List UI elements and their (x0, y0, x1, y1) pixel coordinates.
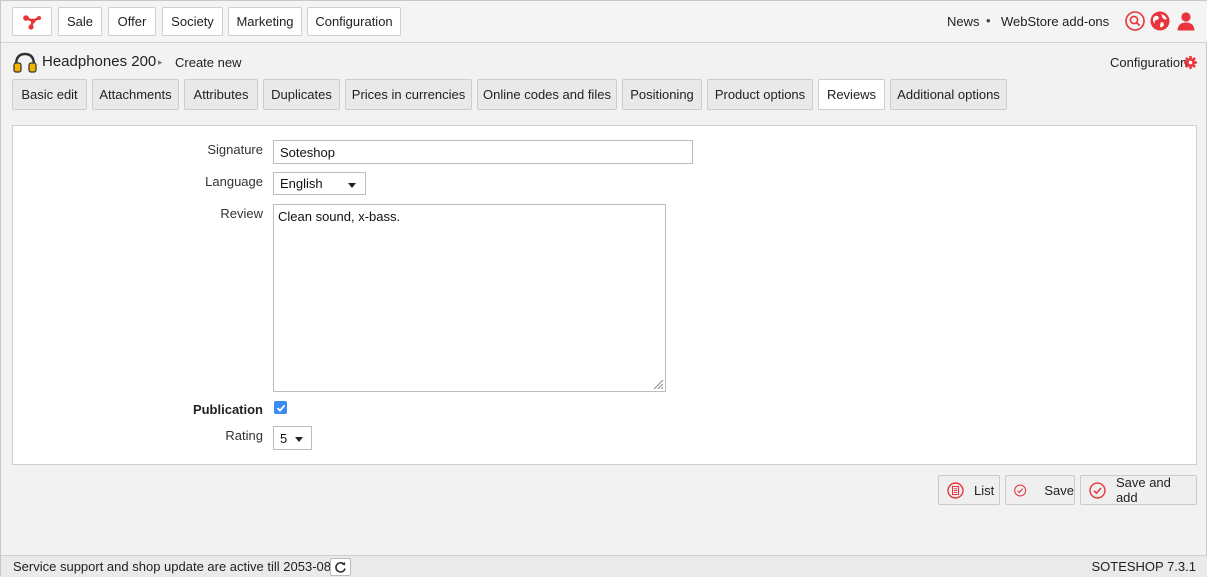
news-link[interactable]: News (947, 14, 980, 29)
tab-prices-in-currencies[interactable]: Prices in currencies (345, 79, 472, 110)
gear-icon[interactable] (1184, 56, 1197, 69)
user-icon[interactable] (1176, 11, 1196, 31)
list-button-label: List (974, 482, 995, 498)
configuration-link[interactable]: Configuration (1110, 55, 1187, 70)
nav-separator: • (986, 13, 991, 28)
tab-reviews[interactable]: Reviews (818, 79, 885, 110)
menu-offer-button[interactable]: Offer (108, 7, 156, 36)
chevron-down-icon (348, 183, 356, 188)
tab-product-options[interactable]: Product options (707, 79, 813, 110)
list-button[interactable]: List (938, 475, 1000, 505)
language-select-value: English (280, 176, 323, 191)
search-icon[interactable] (1125, 11, 1145, 31)
app-window: Sale Offer Society Marketing Configurati… (0, 0, 1207, 577)
tab-attachments[interactable]: Attachments (92, 79, 179, 110)
soteshop-logo-icon (23, 14, 41, 30)
top-navigation-bar: Sale Offer Society Marketing Configurati… (1, 1, 1207, 43)
checkmark-icon (276, 404, 285, 412)
status-footer: Service support and shop update are acti… (1, 555, 1207, 577)
language-label: Language (205, 174, 263, 189)
save-button[interactable]: Save (1005, 475, 1075, 505)
publication-checkbox[interactable] (274, 401, 287, 414)
language-select[interactable]: English (273, 172, 366, 195)
menu-marketing-button[interactable]: Marketing (228, 7, 302, 36)
menu-society-button[interactable]: Society (162, 7, 223, 36)
webstore-addons-link[interactable]: WebStore add-ons (1001, 14, 1109, 29)
tab-positioning[interactable]: Positioning (622, 79, 702, 110)
rating-label: Rating (225, 428, 263, 443)
publication-label: Publication (192, 402, 263, 417)
home-logo-button[interactable] (12, 7, 52, 36)
menu-sale-button[interactable]: Sale (58, 7, 102, 36)
globe-icon[interactable] (1150, 11, 1170, 31)
refresh-icon (335, 561, 346, 573)
page-title[interactable]: Headphones 200 (42, 53, 156, 70)
save-button-label: Save (1044, 482, 1074, 498)
breadcrumb-current: Create new (175, 55, 242, 70)
signature-label: Signature (207, 142, 263, 157)
breadcrumb-arrow-icon: ▸ (158, 57, 163, 67)
rating-select[interactable]: 5 (273, 426, 312, 450)
review-label: Review (220, 206, 263, 221)
rating-select-value: 5 (280, 430, 288, 446)
review-textarea[interactable]: Clean sound, x-bass. (273, 204, 666, 392)
chevron-down-icon (295, 437, 303, 442)
tab-additional-options[interactable]: Additional options (890, 79, 1007, 110)
tab-online-codes-and-files[interactable]: Online codes and files (477, 79, 617, 110)
version-label: SOTESHOP 7.3.1 (1091, 559, 1196, 574)
refresh-button[interactable] (330, 558, 351, 576)
tab-duplicates[interactable]: Duplicates (263, 79, 340, 110)
tab-attributes[interactable]: Attributes (184, 79, 258, 110)
list-icon (947, 481, 964, 499)
signature-input[interactable] (273, 140, 693, 164)
check-circle-icon (1014, 484, 1027, 496)
menu-configuration-button[interactable]: Configuration (307, 7, 401, 36)
headphones-icon (13, 52, 37, 73)
save-and-add-button[interactable]: Save and add (1080, 475, 1197, 505)
save-and-add-button-label: Save and add (1115, 475, 1171, 505)
resize-grip-icon[interactable] (653, 379, 664, 390)
check-circle-icon (1089, 481, 1106, 499)
support-status-text: Service support and shop update are acti… (13, 559, 350, 574)
tab-basic-edit[interactable]: Basic edit (12, 79, 87, 110)
